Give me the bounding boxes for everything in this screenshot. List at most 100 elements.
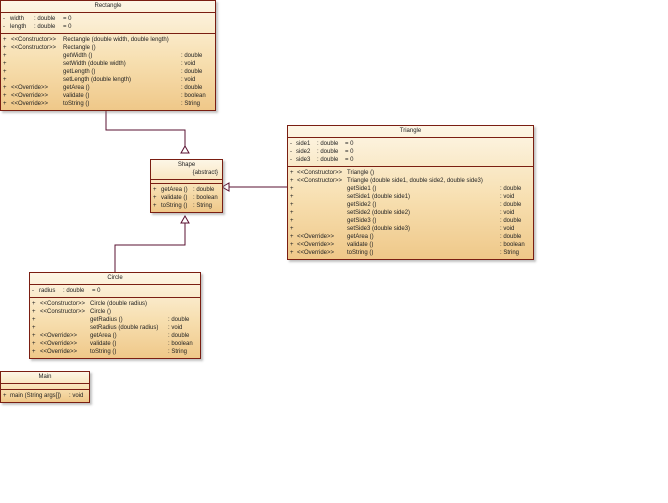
operation-return-type: : boolean [168, 341, 193, 347]
class-main[interactable]: Main + main (String args[]): void [0, 371, 90, 403]
operation-signature: toString () [347, 250, 374, 256]
operation-row[interactable]: + <<Override>> getArea (): double [288, 233, 533, 241]
class-shape[interactable]: Shape {abstract} + getArea (): double + va… [150, 159, 223, 213]
operation-signature: setWidth (double width) [63, 61, 126, 67]
operation-row[interactable]: + getSide2 (): double [288, 201, 533, 209]
class-header: Shape {abstract} [151, 160, 222, 180]
visibility-marker: + [32, 309, 36, 315]
visibility-marker: + [3, 37, 7, 43]
operation-return-type: : double [500, 202, 522, 208]
visibility-marker: - [290, 157, 292, 163]
operation-row[interactable]: + getSide1 (): double [288, 185, 533, 193]
operation-signature: getArea () [347, 234, 374, 240]
visibility-marker: + [290, 234, 294, 240]
visibility-marker: + [3, 61, 7, 67]
attribute-name: side1 [296, 141, 311, 147]
operation-signature: getSide3 () [347, 218, 377, 224]
operation-row[interactable]: + <<Override>> toString (): String [288, 249, 533, 257]
operation-signature: getRadius () [90, 317, 123, 323]
class-header: Triangle [288, 126, 533, 138]
operation-row[interactable]: + main (String args[]): void [1, 392, 89, 400]
operation-return-type: : double [500, 234, 522, 240]
generalization-circle-shape[interactable] [114, 223, 186, 272]
operation-signature: Triangle (double side1, double side2, do… [347, 178, 483, 184]
operation-return-type: : double [181, 85, 203, 91]
operation-row[interactable]: + <<Constructor>> Rectangle () [1, 44, 215, 52]
operation-row[interactable]: + setRadius (double radius): void [30, 324, 200, 332]
operation-row[interactable]: + getWidth (): double [1, 52, 215, 60]
operation-row[interactable]: + setSide2 (double side2): void [288, 209, 533, 217]
operation-row[interactable]: + getSide3 (): double [288, 217, 533, 225]
operation-row[interactable]: + <<Constructor>> Circle (double radius) [30, 300, 200, 308]
operation-row[interactable]: + setWidth (double width) : void [1, 60, 215, 68]
class-name: Triangle [399, 128, 422, 134]
visibility-marker: + [3, 85, 7, 91]
attribute-row[interactable]: - side3: double = 0 [288, 156, 533, 164]
class-header: Rectangle [1, 1, 215, 13]
operations-section: + main (String args[]): void [1, 390, 89, 402]
operation-row[interactable]: + validate (): boolean [151, 194, 222, 202]
attribute-name: width [10, 16, 25, 22]
operation-signature: setSide2 (double side2) [347, 210, 411, 216]
operation-row[interactable]: + <<Override>> validate (): boolean [288, 241, 533, 249]
operation-return-type: : void [69, 393, 84, 399]
operation-stereotype: <<Override>> [40, 341, 78, 347]
operation-signature: toString () [161, 203, 188, 209]
operation-stereotype: <<Constructor>> [11, 37, 57, 43]
operation-row[interactable]: + <<Override>> validate (): boolean [1, 92, 215, 100]
attribute-initial-value: = 0 [63, 16, 72, 22]
class-circle[interactable]: Circle - radius: double = 0 + <<Constructor… [29, 272, 201, 359]
generalization-arrowhead-right [220, 182, 230, 192]
operation-return-type: : String [500, 250, 520, 256]
attribute-row[interactable]: - length : double = 0 [1, 23, 215, 31]
operation-signature: getWidth () [63, 53, 93, 59]
attribute-row[interactable]: - radius: double = 0 [30, 287, 200, 295]
class-rectangle[interactable]: Rectangle - width : double = 0 - length … [0, 0, 216, 111]
operation-row[interactable]: + setSide3 (double side3): void [288, 225, 533, 233]
operation-row[interactable]: + <<Override>> toString (): String [30, 348, 200, 356]
operation-return-type: : double [168, 317, 190, 323]
operation-row[interactable]: + getRadius (): double [30, 316, 200, 324]
operation-row[interactable]: + getLength (): double [1, 68, 215, 76]
operation-row[interactable]: + getArea (): double [151, 186, 222, 194]
visibility-marker: - [32, 288, 34, 294]
operation-row[interactable]: + <<Override>> toString (): String [1, 100, 215, 108]
operation-signature: Triangle () [347, 170, 375, 176]
operation-row[interactable]: + <<Constructor>> Triangle (double side1, … [288, 177, 533, 185]
operation-row[interactable]: + <<Constructor>> Triangle () [288, 169, 533, 177]
attribute-row[interactable]: - side1: double = 0 [288, 140, 533, 148]
attribute-row[interactable]: - side2: double = 0 [288, 148, 533, 156]
generalization-arrowhead-top [180, 144, 190, 154]
class-header: Circle [30, 273, 200, 285]
operation-signature: Rectangle () [63, 45, 96, 51]
operation-return-type: : double [500, 218, 522, 224]
operation-row[interactable]: + <<Override>> getArea (): double [30, 332, 200, 340]
operation-row[interactable]: + setSide1 (double side1): void [288, 193, 533, 201]
operation-stereotype: <<Override>> [40, 333, 78, 339]
visibility-marker: + [3, 53, 7, 59]
class-triangle[interactable]: Triangle - side1: double = 0 - side2: doubl… [287, 125, 534, 260]
operation-row[interactable]: + <<Override>> validate (): boolean [30, 340, 200, 348]
operation-signature: validate () [90, 341, 117, 347]
operation-return-type: : String [168, 349, 188, 355]
attribute-name: side2 [296, 149, 311, 155]
operation-signature: toString () [90, 349, 117, 355]
class-name: Shape [177, 162, 196, 168]
operation-signature: setRadius (double radius) [90, 325, 159, 331]
visibility-marker: + [290, 210, 294, 216]
operation-row[interactable]: + <<Constructor>> Circle () [30, 308, 200, 316]
operation-return-type: : String [181, 101, 201, 107]
attribute-type: : double [317, 141, 339, 147]
attribute-row[interactable]: - width : double = 0 [1, 15, 215, 23]
visibility-marker: + [153, 203, 157, 209]
visibility-marker: + [290, 202, 294, 208]
operation-row[interactable]: + setLength (double length): void [1, 76, 215, 84]
operation-signature: getArea () [90, 333, 117, 339]
operation-stereotype: <<Override>> [40, 349, 78, 355]
operation-row[interactable]: + <<Constructor>> Rectangle (double width,… [1, 36, 215, 44]
operation-row[interactable]: + <<Override>> getArea (): double [1, 84, 215, 92]
operation-return-type: : void [181, 61, 196, 67]
attribute-type: : double [317, 149, 339, 155]
operation-row[interactable]: + toString (): String [151, 202, 222, 210]
operation-stereotype: <<Override>> [297, 250, 335, 256]
